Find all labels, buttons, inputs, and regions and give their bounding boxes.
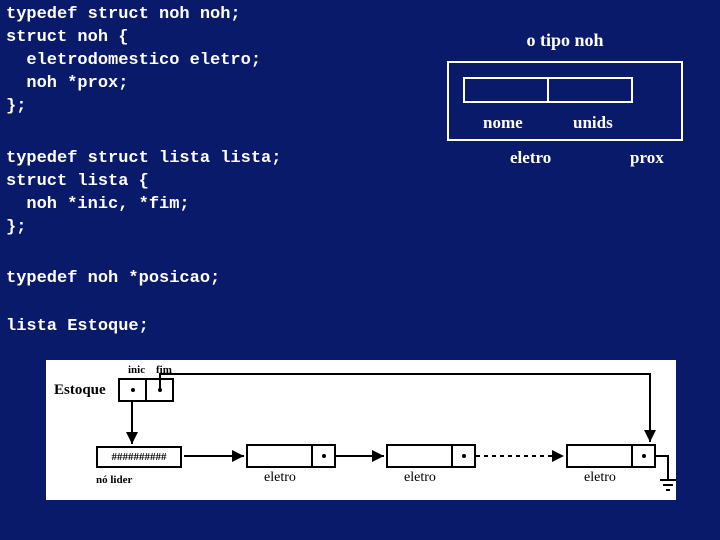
type-diagram: o tipo noh nome unids bbox=[440, 30, 690, 141]
code-posicao-typedef: typedef noh *posicao; bbox=[6, 268, 220, 291]
eletro-box bbox=[463, 77, 633, 103]
list-node bbox=[386, 444, 476, 468]
list-node bbox=[566, 444, 656, 468]
noh-box: nome unids bbox=[447, 61, 683, 141]
linked-list-diagram: Estoque inic fim ########## nó lider ele… bbox=[46, 360, 676, 500]
estoque-label: Estoque bbox=[54, 382, 106, 399]
leader-node-label: nó lider bbox=[96, 474, 132, 486]
code-lista-typedef: typedef struct lista lista; struct lista… bbox=[6, 148, 281, 240]
list-node bbox=[246, 444, 336, 468]
field-nome: nome bbox=[483, 113, 523, 133]
lista-header-box bbox=[118, 378, 174, 402]
label-prox: prox bbox=[630, 148, 664, 168]
code-noh-typedef: typedef struct noh noh; struct noh { ele… bbox=[6, 4, 261, 119]
label-eletro: eletro bbox=[510, 148, 551, 168]
inic-label: inic bbox=[128, 364, 145, 376]
leader-node-box: ########## bbox=[96, 446, 182, 468]
type-title: o tipo noh bbox=[440, 30, 690, 51]
code-estoque-decl: lista Estoque; bbox=[6, 316, 149, 339]
node-eletro-label: eletro bbox=[404, 470, 436, 486]
fim-label: fim bbox=[156, 364, 172, 376]
field-unids: unids bbox=[573, 113, 613, 133]
node-eletro-label: eletro bbox=[264, 470, 296, 486]
node-eletro-label: eletro bbox=[584, 470, 616, 486]
